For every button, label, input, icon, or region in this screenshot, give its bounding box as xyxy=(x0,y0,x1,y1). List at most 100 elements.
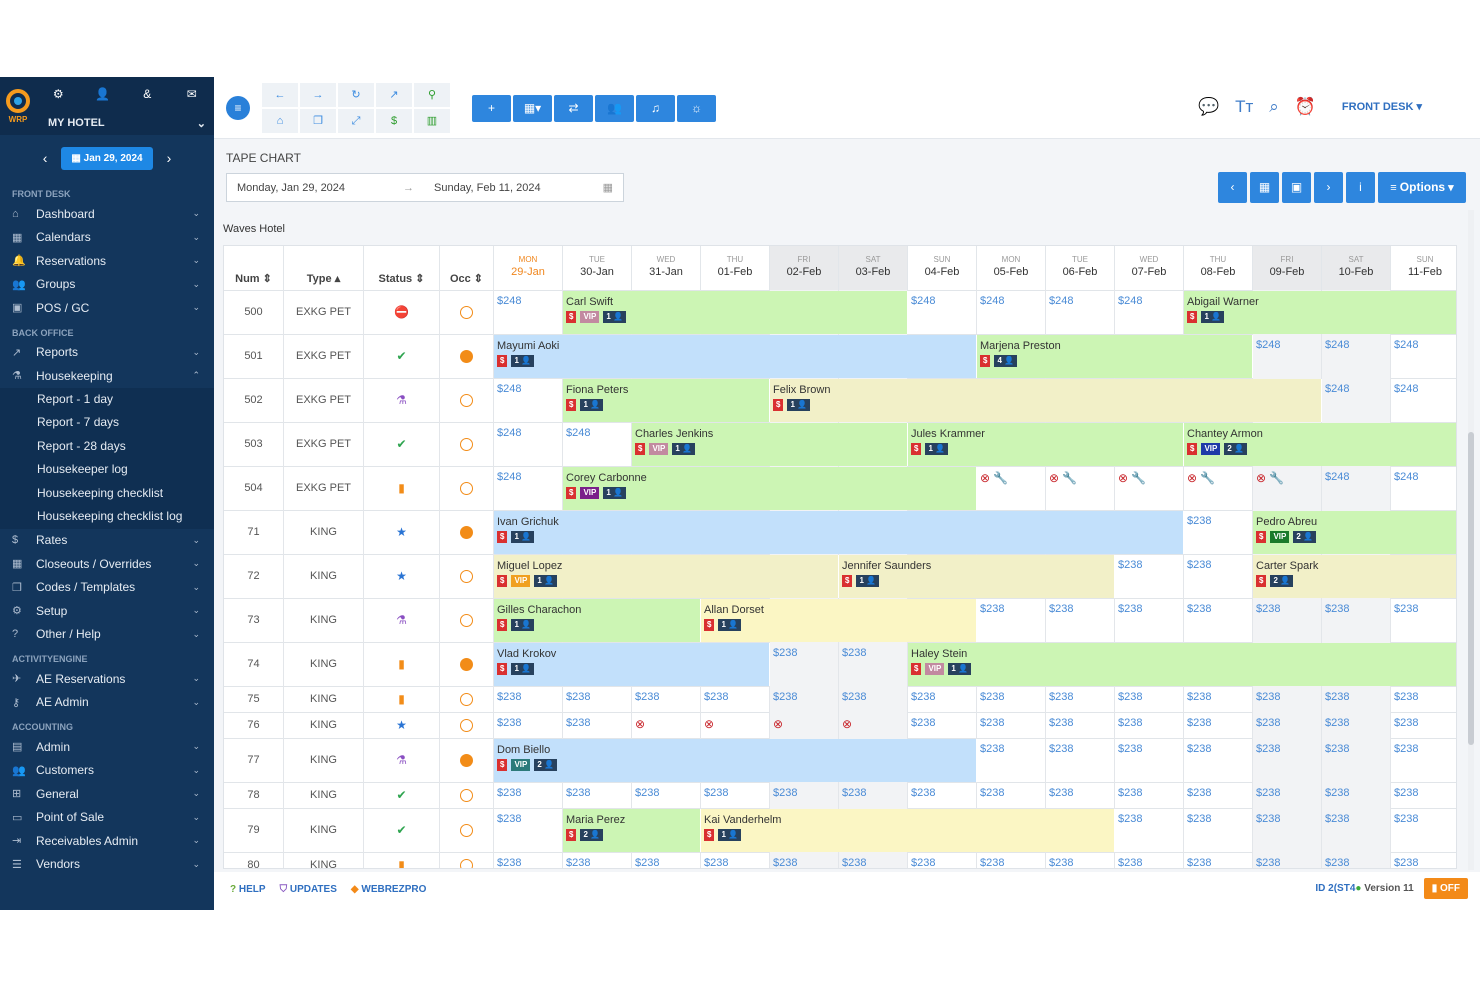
rate-cell[interactable]: $248 xyxy=(1391,378,1456,422)
rate-cell[interactable]: $238 xyxy=(1184,712,1253,738)
rate-cell[interactable]: $238 xyxy=(1046,686,1115,712)
rate-cell[interactable]: $238 xyxy=(908,712,977,738)
rate-cell[interactable]: $238 xyxy=(1115,852,1184,868)
vacant-icon[interactable] xyxy=(460,692,473,706)
rate-cell[interactable]: $248 xyxy=(494,378,563,422)
rate-cell[interactable]: $238 xyxy=(1322,598,1391,642)
rate-cell[interactable]: $238 xyxy=(494,686,563,712)
rate-cell[interactable]: $238 xyxy=(1046,738,1115,782)
search-icon[interactable]: ⌕ xyxy=(1269,97,1279,117)
rate-cell[interactable]: $238 xyxy=(632,782,701,808)
status-inspected-icon[interactable]: ★ xyxy=(396,569,407,583)
rate-cell[interactable]: $238 xyxy=(977,782,1046,808)
booking-bar[interactable]: Abigail Warner $1 👤 xyxy=(1184,291,1456,334)
rate-cell[interactable]: $238 xyxy=(908,782,977,808)
sidebar-item-pos-gc[interactable]: ▣ POS / GC ⌄ xyxy=(0,296,214,320)
rate-cell[interactable]: $238 xyxy=(1046,598,1115,642)
rate-cell[interactable]: $238 xyxy=(770,782,839,808)
expand-icon[interactable]: ⤢ xyxy=(338,109,374,133)
options-button[interactable]: ≡ Options ▾ xyxy=(1378,172,1466,203)
back-arrow-icon[interactable]: ← xyxy=(262,83,298,107)
rate-cell[interactable]: ⊗ 🔧 xyxy=(1046,466,1115,510)
booking-bar[interactable]: Gilles Charachon $1 👤 xyxy=(494,599,701,642)
booking-bar[interactable]: Carter Spark $2 👤 xyxy=(1253,555,1456,598)
housekeeper-icon[interactable]: ⚗ xyxy=(396,613,407,627)
occupied-icon[interactable] xyxy=(460,753,473,767)
booking-bar[interactable]: Marjena Preston $4 👤 xyxy=(977,335,1253,378)
rate-cell[interactable]: $238 xyxy=(632,686,701,712)
rate-cell[interactable]: $238 xyxy=(1184,808,1253,852)
booking-bar[interactable]: Fiona Peters $1 👤 xyxy=(563,379,770,422)
add-user-icon[interactable]: 👤 xyxy=(81,77,126,111)
rate-cell[interactable]: $238 xyxy=(1115,738,1184,782)
sidebar-item-reports[interactable]: ↗ Reports ⌄ xyxy=(0,341,214,365)
rate-cell[interactable]: $238 xyxy=(1046,852,1115,868)
home-icon[interactable]: ⌂ xyxy=(262,109,298,133)
rate-cell[interactable]: $238 xyxy=(1184,686,1253,712)
sidebar-item-customers[interactable]: 👥 Customers ⌄ xyxy=(0,759,214,783)
sidebar-item-general[interactable]: ⊞ General ⌄ xyxy=(0,782,214,806)
rate-cell[interactable]: $238 xyxy=(701,782,770,808)
status-dirty-icon[interactable]: ▮ xyxy=(398,657,405,671)
rate-cell[interactable]: $238 xyxy=(770,642,839,686)
booking-bar[interactable]: Chantey Armon $ VIP 2 👤 xyxy=(1184,423,1456,466)
rate-cell[interactable]: $238 xyxy=(1391,808,1456,852)
sidebar-item-setup[interactable]: ⚙ Setup ⌄ xyxy=(0,599,214,623)
rate-cell[interactable]: $238 xyxy=(1115,686,1184,712)
rate-cell[interactable]: $238 xyxy=(1184,598,1253,642)
booking-bar[interactable]: Carl Swift $ VIP 1 👤 xyxy=(563,291,908,334)
rate-cell[interactable]: $238 xyxy=(908,686,977,712)
chat-icon[interactable]: 💬 xyxy=(1198,97,1219,117)
booking-bar[interactable]: Dom Biello $ VIP 2 👤 xyxy=(494,739,977,782)
booking-bar[interactable]: Jennifer Saunders $1 👤 xyxy=(839,555,1115,598)
occupied-icon[interactable] xyxy=(460,349,473,363)
next-date-button[interactable]: › xyxy=(167,150,172,166)
rate-cell[interactable]: $248 xyxy=(977,290,1046,334)
booking-bar[interactable]: Charles Jenkins $ VIP 1 👤 xyxy=(632,423,908,466)
housekeeping-button[interactable]: ♫ xyxy=(636,95,675,122)
rate-cell[interactable]: $238 xyxy=(1391,712,1456,738)
vacant-icon[interactable] xyxy=(460,788,473,802)
vacant-icon[interactable] xyxy=(460,305,473,319)
sidebar-item-ae-admin[interactable]: ⚷ AE Admin ⌄ xyxy=(0,691,214,715)
sidebar-item-calendars[interactable]: ▦ Calendars ⌄ xyxy=(0,226,214,250)
date-picker-button[interactable]: ▦ Jan 29, 2024 xyxy=(61,146,153,170)
sidebar-subitem[interactable]: Housekeeping checklist log xyxy=(0,505,214,529)
rate-cell[interactable]: ⊗ 🔧 xyxy=(1253,466,1322,510)
status-dirty-icon[interactable]: ▮ xyxy=(398,858,405,868)
building-icon[interactable]: ▥ xyxy=(414,109,450,133)
logo[interactable]: WRP xyxy=(0,77,36,135)
vacant-icon[interactable] xyxy=(460,718,473,732)
rate-cell[interactable]: $238 xyxy=(977,598,1046,642)
sidebar-subitem[interactable]: Report - 28 days xyxy=(0,434,214,458)
rate-cell[interactable]: $238 xyxy=(1115,712,1184,738)
rate-cell[interactable]: $238 xyxy=(1115,598,1184,642)
sidebar-item-rates[interactable]: $ Rates ⌄ xyxy=(0,529,214,553)
rate-cell[interactable]: $238 xyxy=(494,808,563,852)
vacant-icon[interactable] xyxy=(460,613,473,627)
sidebar-item-housekeeping[interactable]: ⚗ Housekeeping ⌃ xyxy=(0,364,214,388)
rate-cell[interactable]: $248 xyxy=(1322,378,1391,422)
booking-bar[interactable]: Maria Perez $2 👤 xyxy=(563,809,701,852)
rate-cell[interactable]: $238 xyxy=(977,852,1046,868)
booking-bar[interactable]: Jules Krammer $1 👤 xyxy=(908,423,1184,466)
rate-cell[interactable]: $238 xyxy=(839,852,908,868)
rate-cell[interactable]: $238 xyxy=(563,852,632,868)
booking-bar[interactable]: Corey Carbonne $ VIP 1 👤 xyxy=(563,467,977,510)
sidebar-item-dashboard[interactable]: ⌂ Dashboard ⌄ xyxy=(0,202,214,226)
mail-icon[interactable]: ✉ xyxy=(170,77,215,111)
status-clean-icon[interactable]: ✔ xyxy=(396,349,406,363)
rate-cell[interactable]: ⊗ 🔧 xyxy=(977,466,1046,510)
rate-cell[interactable]: $238 xyxy=(1322,782,1391,808)
rate-cell[interactable]: $238 xyxy=(1115,554,1184,598)
booking-bar[interactable]: Allan Dorset $1 👤 xyxy=(701,599,977,642)
rate-cell[interactable]: $238 xyxy=(1253,808,1322,852)
rate-cell[interactable]: $238 xyxy=(977,712,1046,738)
calendar-button[interactable]: ▦ xyxy=(1250,172,1279,203)
rate-cell[interactable]: $248 xyxy=(1046,290,1115,334)
status-inspected-icon[interactable]: ★ xyxy=(396,525,407,539)
rate-cell[interactable]: $248 xyxy=(908,290,977,334)
rate-cell[interactable]: $248 xyxy=(1322,334,1391,378)
rate-cell[interactable]: $238 xyxy=(1322,808,1391,852)
rate-cell[interactable]: $238 xyxy=(770,686,839,712)
